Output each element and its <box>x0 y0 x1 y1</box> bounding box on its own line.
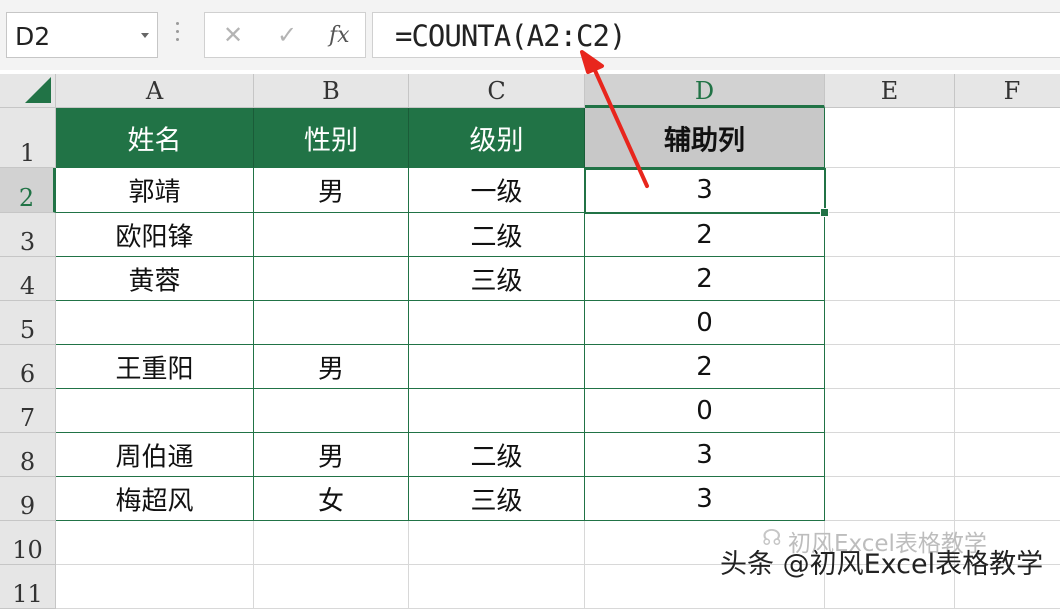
annotation-arrow <box>580 50 649 188</box>
watermark-main: 头条 @初风Excel表格教学 <box>720 549 1044 580</box>
